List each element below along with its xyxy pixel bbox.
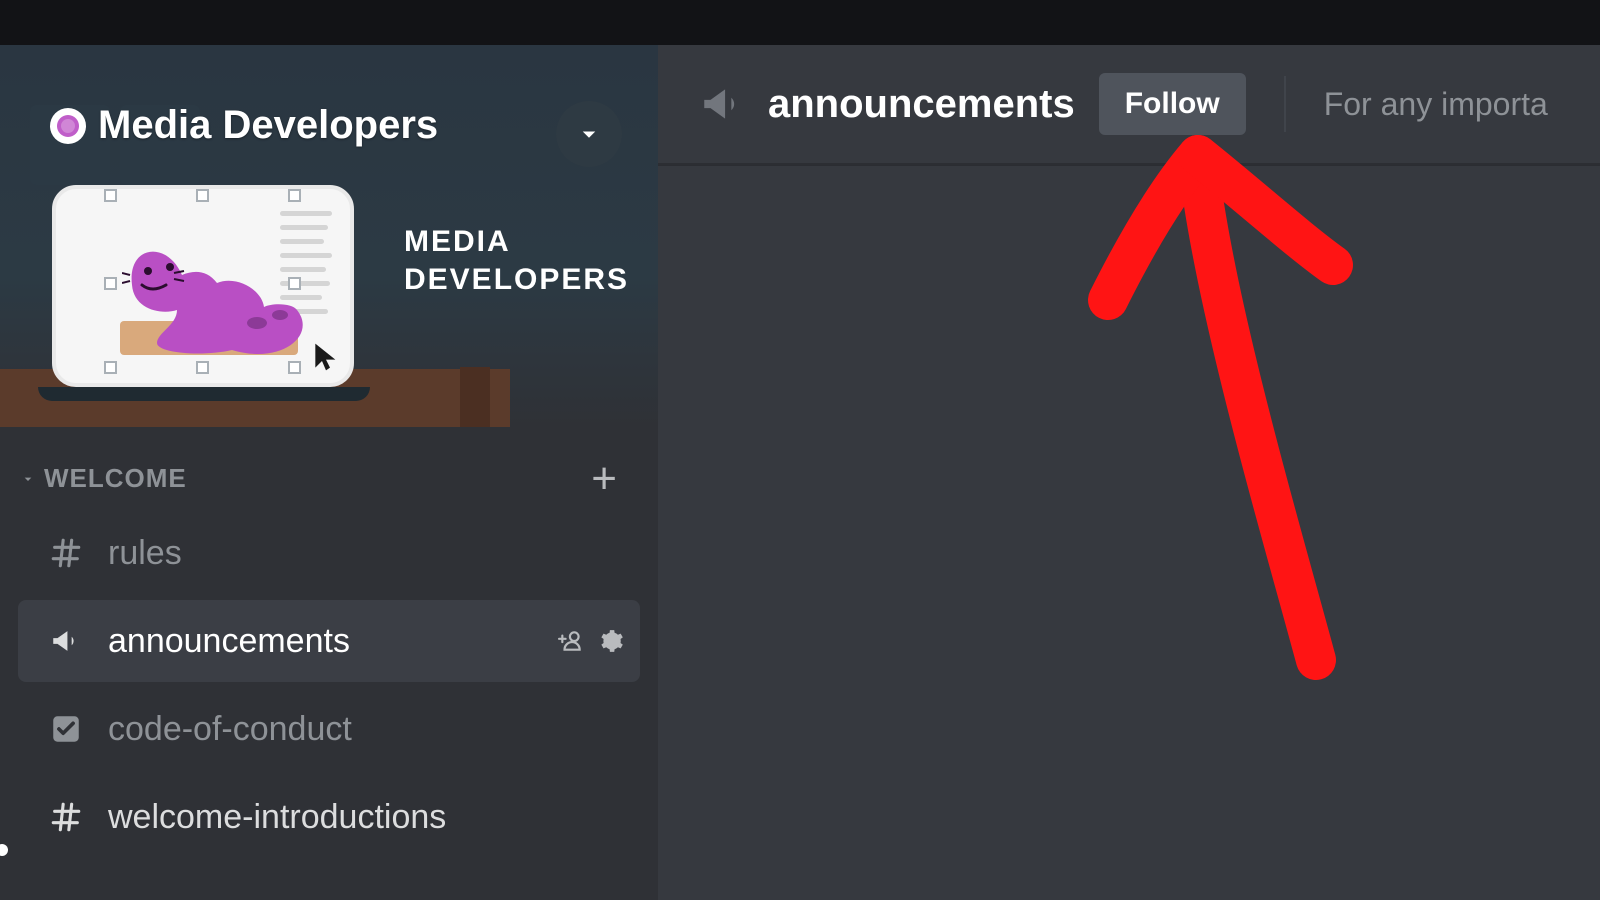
channel-item-welcome-introductions[interactable]: welcome-introductions: [18, 776, 640, 858]
channel-label: code-of-conduct: [108, 710, 352, 749]
create-channel-button[interactable]: +: [591, 469, 634, 489]
follow-button[interactable]: Follow: [1099, 73, 1246, 135]
channel-topic[interactable]: For any importa: [1324, 86, 1548, 123]
banner-subtitle: MEDIA DEVELOPERS: [404, 223, 629, 298]
channel-label: rules: [108, 534, 182, 573]
window-top-bar: [0, 0, 1600, 45]
category-label: WELCOME: [44, 463, 187, 494]
server-banner: Media Developers: [0, 45, 658, 427]
server-header[interactable]: Media Developers: [50, 103, 618, 148]
server-name: Media Developers: [98, 103, 438, 148]
channel-item-code-of-conduct[interactable]: code-of-conduct: [18, 688, 640, 770]
invite-people-icon[interactable]: [558, 628, 584, 654]
chevron-down-icon: [574, 119, 604, 149]
channel-header-title: announcements: [768, 82, 1075, 127]
channel-label: announcements: [108, 622, 350, 661]
server-verified-badge-icon: [50, 108, 86, 144]
channel-header: announcements Follow For any importa: [658, 45, 1600, 165]
megaphone-icon: [698, 79, 748, 129]
channel-list: WELCOME + rules announcements: [0, 427, 658, 900]
header-divider: [1284, 76, 1286, 132]
rules-checkbox-icon: [46, 712, 86, 746]
annotation-arrow-icon: [1048, 100, 1388, 680]
banner-subtitle-line: MEDIA: [404, 223, 629, 261]
channel-label: welcome-introductions: [108, 798, 446, 837]
cursor-icon: [310, 341, 342, 373]
banner-desk-leg: [460, 367, 490, 427]
seal-illustration-icon: [122, 215, 322, 365]
server-menu-button[interactable]: [556, 101, 622, 167]
channel-item-announcements[interactable]: announcements: [18, 600, 640, 682]
app-root: Media Developers: [0, 0, 1600, 900]
hash-icon: [46, 536, 86, 570]
chevron-down-icon: [20, 471, 36, 487]
channel-item-rules[interactable]: rules: [18, 512, 640, 594]
megaphone-icon: [46, 624, 86, 658]
gear-icon[interactable]: [598, 628, 624, 654]
server-sidebar: Media Developers: [0, 0, 658, 900]
banner-subtitle-line: DEVELOPERS: [404, 261, 629, 299]
hash-icon: [46, 800, 86, 834]
main-content: announcements Follow For any importa: [658, 0, 1600, 900]
banner-illustration: [48, 185, 368, 395]
channel-category[interactable]: WELCOME +: [18, 457, 640, 512]
